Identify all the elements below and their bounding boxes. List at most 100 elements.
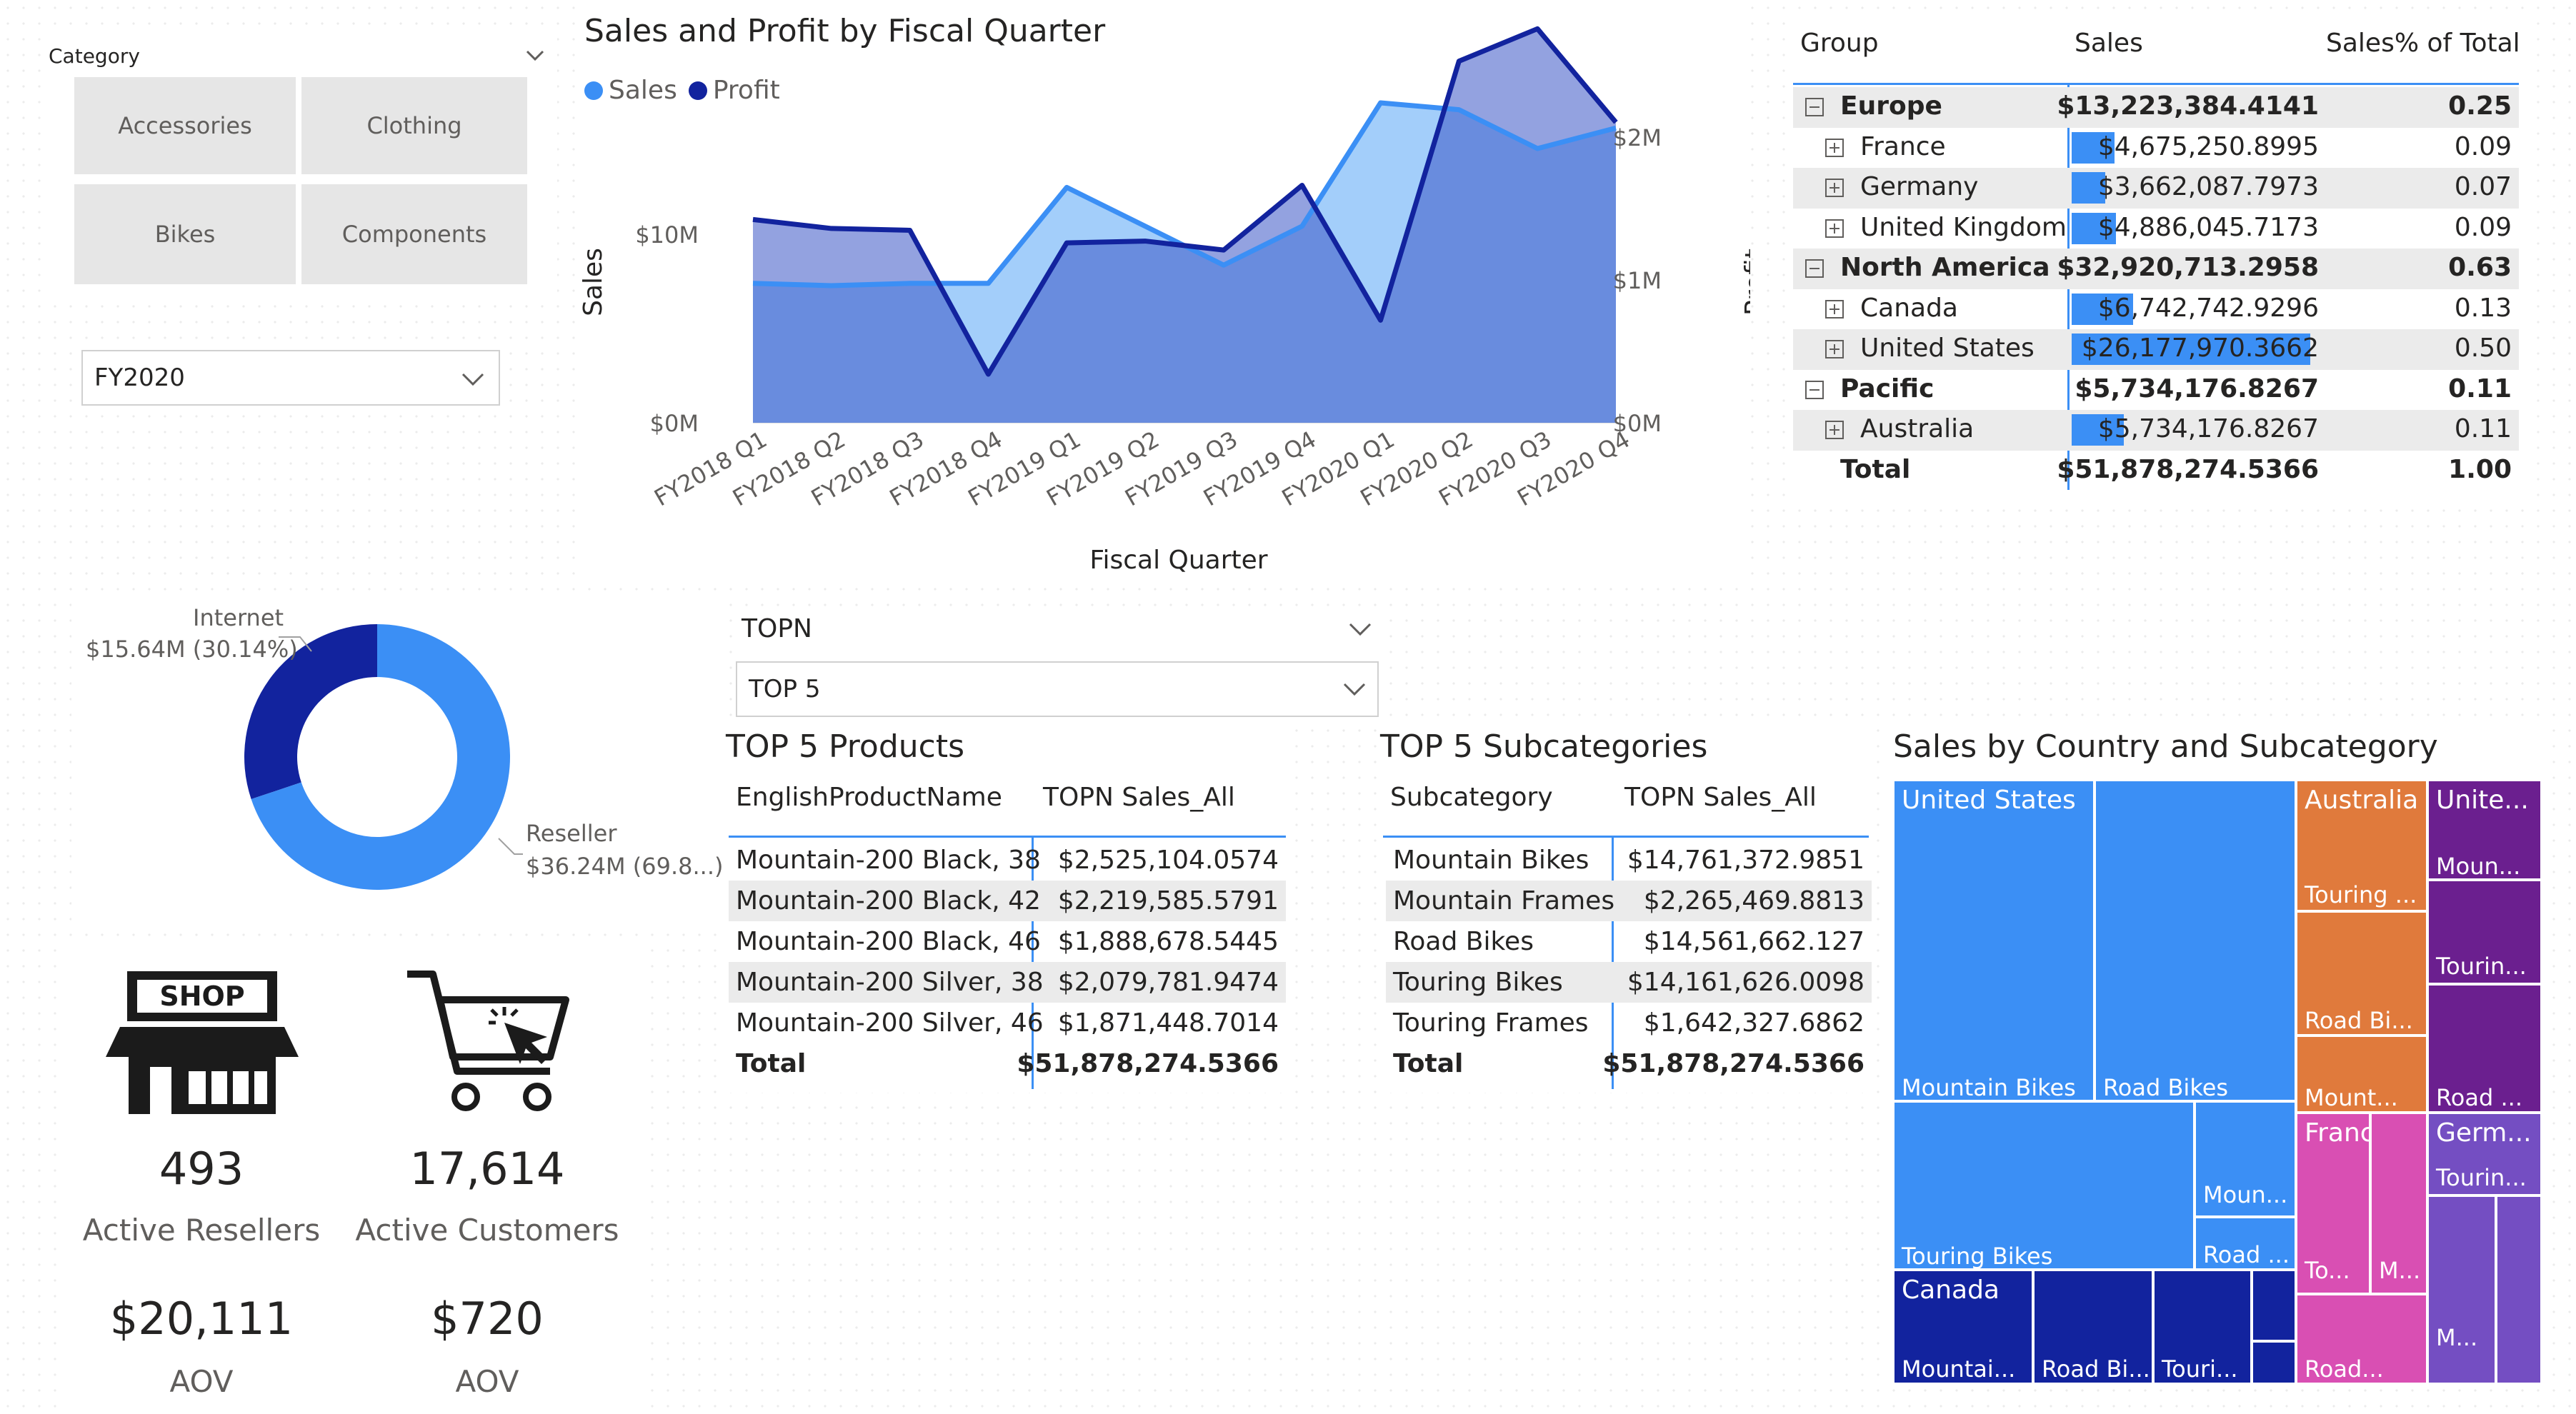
tile-canada-mountain[interactable]: Canada Mountai... (1893, 1270, 2033, 1384)
table-header-subcategory[interactable]: Subcategory (1390, 783, 1553, 812)
treemap-tile-label: Unite... (2436, 786, 2529, 815)
table-row[interactable]: Touring Frames $1,642,327.6862 (1386, 1003, 1872, 1043)
expand-icon[interactable] (1824, 299, 1844, 319)
tile-us-mountain-frames[interactable]: Moun... (2195, 1101, 2296, 1217)
tile-us-road-frames[interactable]: Road ... (2195, 1217, 2296, 1270)
profit-area[interactable] (753, 29, 1616, 423)
tile-germany-other[interactable] (2496, 1195, 2542, 1384)
matrix-group-row[interactable]: Europe $13,223,384.4141 0.25 (1793, 87, 2519, 128)
expand-icon[interactable] (1804, 380, 1824, 400)
chevron-down-icon[interactable] (524, 49, 546, 63)
table-cell-name: Touring Bikes (1393, 968, 1563, 997)
matrix-row-sales: $32,920,713.2958 (2057, 253, 2319, 282)
table-cell-name: Touring Frames (1393, 1008, 1589, 1038)
aov-customer-value: $720 (431, 1293, 544, 1345)
matrix-total-row: Total $51,878,274.5366 1.00 (1793, 451, 2519, 491)
matrix-row-label: United States (1860, 334, 2035, 363)
table-cell-sales: $14,561,662.127 (1643, 927, 1864, 956)
expand-icon[interactable] (1824, 339, 1844, 359)
tile-uk-road[interactable]: Road ... (2427, 984, 2542, 1113)
table-header-sales[interactable]: TOPN Sales_All (1624, 783, 1817, 812)
active-resellers-label: Active Resellers (82, 1213, 321, 1248)
x-axis-title: Fiscal Quarter (1089, 546, 1267, 575)
tile-australia-mountain[interactable]: Australia Touring ... (2296, 780, 2427, 911)
expand-icon[interactable] (1804, 97, 1824, 117)
expand-icon[interactable] (1804, 259, 1824, 279)
tile-france-mountain[interactable]: M... (2370, 1113, 2427, 1294)
tile-us-mountain-bikes[interactable]: United States Mountain Bikes (1893, 780, 2095, 1101)
matrix-row-sales: $6,742,742.9296 (2097, 293, 2319, 323)
table-row[interactable]: Touring Bikes $14,161,626.0098 (1386, 962, 1872, 1003)
tile-us-touring-bikes[interactable]: Touring Bikes (1893, 1101, 2195, 1270)
expand-icon[interactable] (1824, 138, 1844, 158)
category-button-bikes[interactable]: Bikes (74, 184, 296, 284)
tile-uk-touring[interactable]: Tourin... (2427, 880, 2542, 984)
matrix-row-label: North America (1840, 253, 2050, 282)
table-row[interactable]: Mountain-200 Black, 42 $2,219,585.5791 (729, 881, 1286, 921)
tile-canada-road[interactable]: Road Bi... (2033, 1270, 2153, 1384)
table-total-row: Total $51,878,274.5366 (1386, 1043, 1872, 1084)
matrix-row-pct: 0.11 (2448, 373, 2512, 403)
table-row[interactable]: Mountain Bikes $14,761,372.9851 (1386, 840, 1872, 881)
tile-canada-other[interactable] (2252, 1270, 2296, 1341)
tile-us-road-bikes[interactable]: Road Bikes (2095, 780, 2296, 1101)
table-row[interactable]: Mountain-200 Black, 38 $2,525,104.0574 (729, 840, 1286, 881)
table-total-label: Total (736, 1049, 807, 1078)
table-cell-sales: $14,761,372.9851 (1627, 846, 1864, 875)
table-cell-sales: $1,871,448.7014 (1057, 1008, 1279, 1038)
table-row[interactable]: Mountain-200 Black, 46 $1,888,678.5445 (729, 921, 1286, 962)
tile-france-road[interactable]: Road... (2296, 1294, 2427, 1384)
expand-icon[interactable] (1824, 178, 1844, 198)
category-button-components[interactable]: Components (301, 184, 527, 284)
topn-selected-value: TOP 5 (749, 675, 821, 703)
matrix-header-sales[interactable]: Sales (2075, 29, 2143, 58)
expand-icon[interactable] (1824, 219, 1844, 239)
tile-australia-road[interactable]: Road Bi... (2296, 911, 2427, 1036)
fiscal-year-dropdown[interactable]: FY2020 (81, 350, 500, 406)
treemap-tile-label: Touri... (2162, 1355, 2238, 1383)
table-cell-name: Mountain Bikes (1393, 846, 1589, 875)
sales-profit-chart: Sales and Profit by Fiscal Quarter Sales… (579, 0, 1750, 586)
tile-germany-mountain[interactable]: M... (2427, 1195, 2496, 1384)
category-button-accessories[interactable]: Accessories (74, 77, 296, 174)
tile-uk-mountain[interactable]: Unite... Moun... (2427, 780, 2542, 880)
matrix-country-row[interactable]: Germany $3,662,087.7973 0.07 (1793, 168, 2519, 209)
matrix-group-row[interactable]: North America $32,920,713.2958 0.63 (1793, 249, 2519, 289)
matrix-header-group[interactable]: Group (1800, 29, 1879, 58)
matrix-group-row[interactable]: Pacific $5,734,176.8267 0.11 (1793, 370, 2519, 411)
top-subcategories-title: TOP 5 Subcategories (1380, 728, 1708, 765)
expand-icon[interactable] (1824, 420, 1844, 440)
matrix-country-row[interactable]: France $4,675,250.8995 0.09 (1793, 128, 2519, 169)
table-header-sales[interactable]: TOPN Sales_All (1043, 783, 1235, 812)
table-row[interactable]: Mountain-200 Silver, 46 $1,871,448.7014 (729, 1003, 1286, 1043)
table-cell-name: Mountain-200 Black, 46 (736, 927, 1041, 956)
table-header-product[interactable]: EnglishProductName (736, 783, 1002, 812)
chevron-down-icon[interactable] (1347, 621, 1373, 637)
topn-dropdown[interactable]: TOP 5 (736, 661, 1379, 717)
tile-canada-other[interactable] (2252, 1341, 2296, 1384)
tile-france-touring[interactable]: France To... (2296, 1113, 2370, 1294)
treemap-area: United States Mountain Bikes Road Bikes Tou… (1893, 780, 2542, 1384)
matrix-country-row[interactable]: Canada $6,742,742.9296 0.13 (1793, 289, 2519, 330)
matrix-country-row[interactable]: United States $26,177,970.3662 0.50 (1793, 329, 2519, 370)
matrix-country-row[interactable]: United Kingdom $4,886,045.7173 0.09 (1793, 209, 2519, 249)
country-subcategory-treemap: Sales by Country and Subcategory United … (1886, 721, 2550, 1385)
treemap-tile-label: Tourin... (2436, 1164, 2527, 1191)
matrix-header-pct[interactable]: Sales% of Total (2326, 29, 2520, 58)
table-row[interactable]: Mountain-200 Silver, 38 $2,079,781.9474 (729, 962, 1286, 1003)
tile-germany-touring[interactable]: Germ... Tourin... (2427, 1113, 2542, 1195)
matrix-country-row[interactable]: Australia $5,734,176.8267 0.11 (1793, 410, 2519, 451)
table-total-value: $51,878,274.5366 (1017, 1049, 1279, 1078)
category-slicer-title: Category (49, 44, 140, 68)
table-row[interactable]: Road Bikes $14,561,662.127 (1386, 921, 1872, 962)
aov-customer-label: AOV (455, 1364, 519, 1399)
tile-canada-touring[interactable]: Touri... (2153, 1270, 2252, 1384)
table-row[interactable]: Mountain Frames $2,265,469.8813 (1386, 881, 1872, 921)
matrix-row-sales: $4,886,045.7173 (2097, 212, 2319, 242)
tile-australia-other[interactable]: Mount... (2296, 1036, 2427, 1113)
treemap-tile-label: Touring ... (2305, 881, 2417, 908)
matrix-row-pct: 0.63 (2448, 253, 2512, 282)
category-button-clothing[interactable]: Clothing (301, 77, 527, 174)
matrix-header-divider (1793, 83, 2519, 85)
kpi-panel: SHOP 493 Active Resellers 17,614 Active … (57, 943, 643, 1414)
